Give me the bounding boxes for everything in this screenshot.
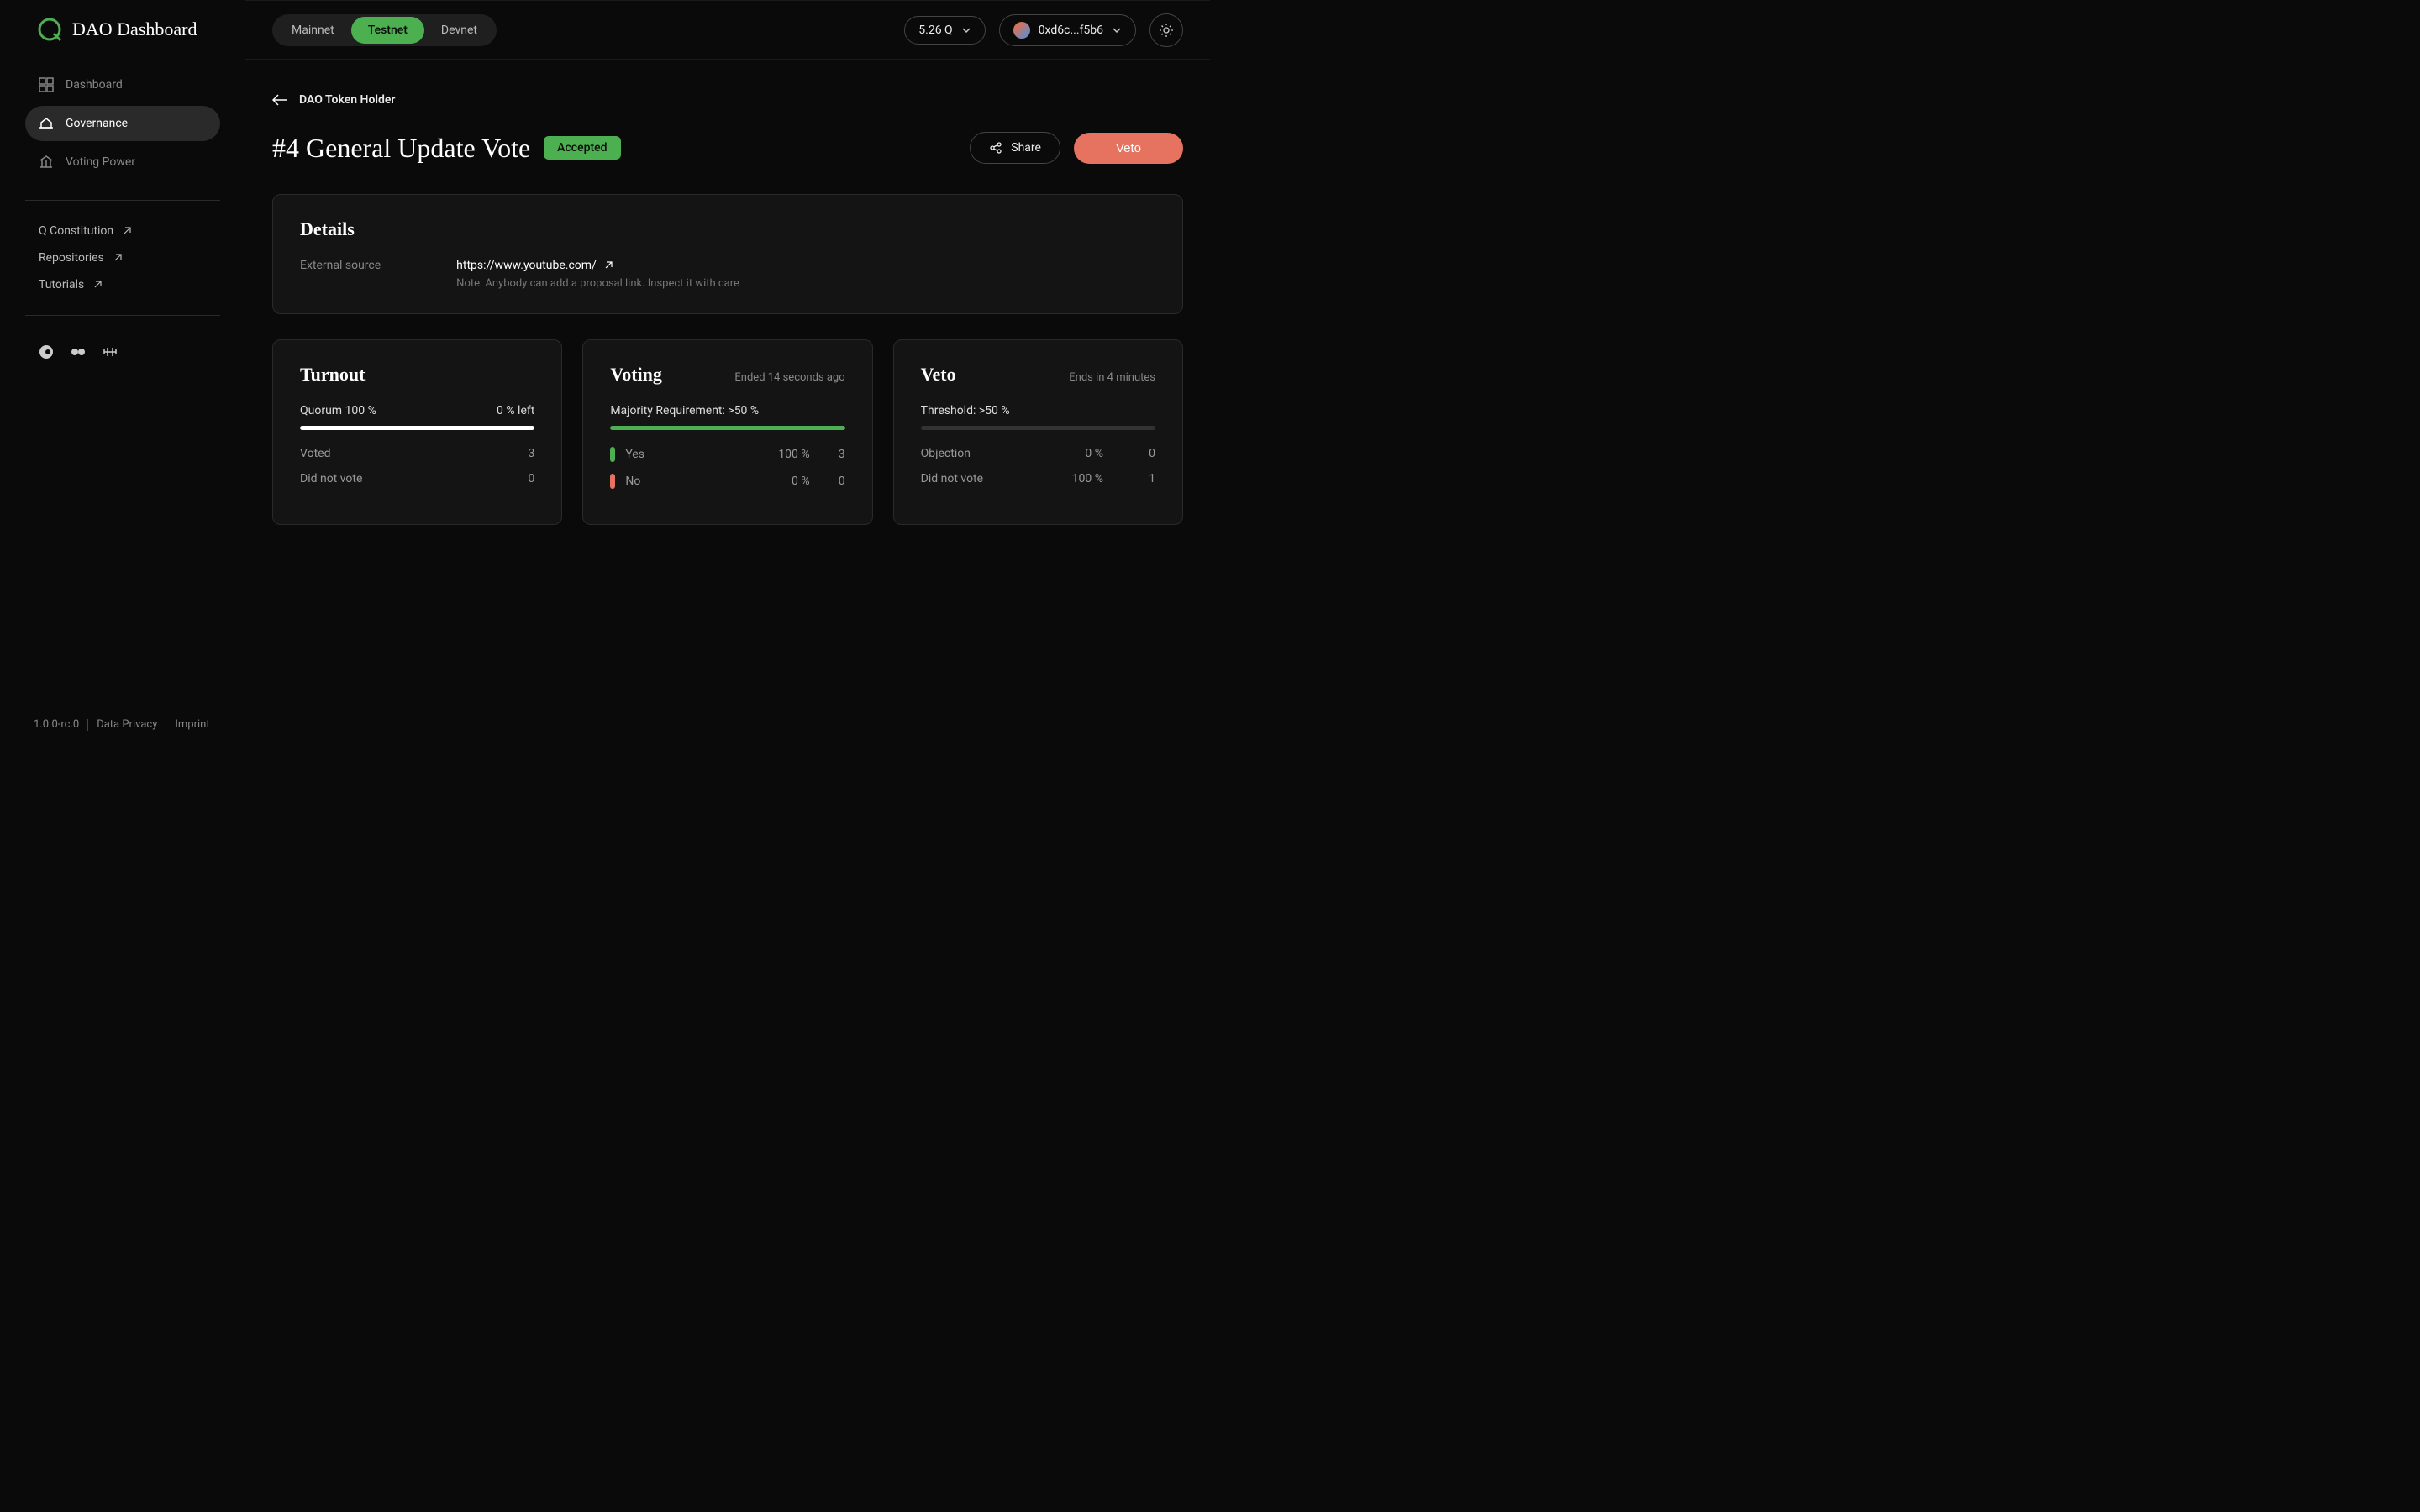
voted-count: 3 bbox=[509, 447, 534, 460]
nav-label: Governance bbox=[66, 117, 128, 130]
gear-icon bbox=[1159, 23, 1174, 38]
social-icon-1[interactable] bbox=[39, 344, 54, 360]
objection-pct: 0 % bbox=[1007, 447, 1103, 460]
turnout-title: Turnout bbox=[300, 364, 534, 386]
divider bbox=[25, 200, 220, 201]
external-link-icon bbox=[122, 226, 132, 236]
link-label: Tutorials bbox=[39, 278, 84, 291]
external-link-icon bbox=[113, 253, 123, 263]
notvoted-label: Did not vote bbox=[300, 472, 499, 486]
no-label: No bbox=[625, 475, 749, 488]
tab-mainnet[interactable]: Mainnet bbox=[275, 17, 351, 44]
external-source-note: Note: Anybody can add a proposal link. I… bbox=[456, 277, 739, 290]
veto-button[interactable]: Veto bbox=[1074, 133, 1183, 164]
voting-progress bbox=[610, 426, 844, 430]
tab-devnet[interactable]: Devnet bbox=[424, 17, 494, 44]
no-pct: 0 % bbox=[760, 475, 810, 488]
share-icon bbox=[989, 141, 1002, 155]
no-dot-icon bbox=[610, 474, 615, 489]
sidebar-item-voting-power[interactable]: Voting Power bbox=[25, 144, 220, 180]
data-privacy-link[interactable]: Data Privacy bbox=[97, 718, 157, 731]
wallet-dropdown[interactable]: 0xd6c...f5b6 bbox=[999, 14, 1136, 46]
veto-notvoted-count: 1 bbox=[1113, 472, 1155, 486]
social-icon-3[interactable] bbox=[103, 344, 118, 360]
voting-card: Voting Ended 14 seconds ago Majority Req… bbox=[582, 339, 872, 525]
imprint-link[interactable]: Imprint bbox=[175, 718, 209, 731]
settings-button[interactable] bbox=[1150, 13, 1183, 47]
voting-power-icon bbox=[39, 155, 54, 170]
veto-threshold: Threshold: >50 % bbox=[921, 404, 1010, 417]
wallet-address: 0xd6c...f5b6 bbox=[1039, 24, 1103, 37]
version: 1.0.0-rc.0 bbox=[34, 718, 79, 731]
voting-title: Voting bbox=[610, 364, 662, 386]
veto-card: Veto Ends in 4 minutes Threshold: >50 % … bbox=[893, 339, 1183, 525]
logo[interactable]: DAO Dashboard bbox=[0, 17, 245, 67]
divider bbox=[25, 315, 220, 316]
yes-dot-icon bbox=[610, 447, 615, 462]
veto-progress bbox=[921, 426, 1155, 430]
no-count: 0 bbox=[820, 475, 845, 488]
objection-label: Objection bbox=[921, 447, 997, 460]
breadcrumb-label: DAO Token Holder bbox=[299, 93, 395, 107]
tab-testnet[interactable]: Testnet bbox=[351, 17, 424, 44]
veto-title: Veto bbox=[921, 364, 956, 386]
veto-notvoted-label: Did not vote bbox=[921, 472, 997, 486]
dashboard-icon bbox=[39, 77, 54, 92]
link-label: Q Constitution bbox=[39, 224, 113, 238]
yes-pct: 100 % bbox=[760, 448, 810, 461]
objection-count: 0 bbox=[1113, 447, 1155, 460]
nav-label: Dashboard bbox=[66, 78, 123, 92]
governance-icon bbox=[39, 116, 54, 131]
yes-count: 3 bbox=[820, 448, 845, 461]
majority-requirement: Majority Requirement: >50 % bbox=[610, 404, 759, 417]
network-tabs: Mainnet Testnet Devnet bbox=[272, 14, 497, 46]
app-name: DAO Dashboard bbox=[72, 18, 197, 40]
arrow-left-icon bbox=[272, 94, 287, 106]
quorum-label: Quorum 100 % bbox=[300, 404, 376, 417]
yes-label: Yes bbox=[625, 448, 749, 461]
nav-label: Voting Power bbox=[66, 155, 135, 169]
link-label: Repositories bbox=[39, 251, 104, 265]
social-icon-2[interactable] bbox=[71, 344, 86, 360]
wallet-avatar-icon bbox=[1013, 22, 1030, 39]
external-source-link[interactable]: https://www.youtube.com/ bbox=[456, 259, 739, 272]
share-button[interactable]: Share bbox=[970, 132, 1060, 164]
sidebar: DAO Dashboard Dashboard Governance Votin… bbox=[0, 0, 245, 756]
link-tutorials[interactable]: Tutorials bbox=[39, 271, 207, 298]
page-title: #4 General Update Vote bbox=[272, 133, 530, 164]
external-source-label: External source bbox=[300, 259, 381, 272]
balance-value: 5.26 Q bbox=[918, 24, 952, 37]
status-badge: Accepted bbox=[544, 136, 620, 160]
external-link-icon bbox=[603, 260, 613, 270]
turnout-progress bbox=[300, 426, 534, 430]
chevron-down-icon bbox=[1112, 25, 1122, 35]
details-title: Details bbox=[300, 218, 1155, 240]
breadcrumb-back[interactable]: DAO Token Holder bbox=[272, 93, 1183, 107]
q-logo-icon bbox=[37, 17, 62, 42]
quorum-left: 0 % left bbox=[497, 404, 534, 417]
topbar: Mainnet Testnet Devnet 5.26 Q 0xd6c...f5… bbox=[245, 1, 1210, 60]
details-card: Details External source https://www.yout… bbox=[272, 194, 1183, 314]
balance-dropdown[interactable]: 5.26 Q bbox=[904, 16, 985, 45]
turnout-card: Turnout Quorum 100 % 0 % left Voted 3 Di… bbox=[272, 339, 562, 525]
link-constitution[interactable]: Q Constitution bbox=[39, 218, 207, 244]
notvoted-count: 0 bbox=[509, 472, 534, 486]
sidebar-item-dashboard[interactable]: Dashboard bbox=[25, 67, 220, 102]
voting-time: Ended 14 seconds ago bbox=[734, 371, 844, 384]
share-label: Share bbox=[1011, 141, 1041, 155]
voted-label: Voted bbox=[300, 447, 499, 460]
sidebar-item-governance[interactable]: Governance bbox=[25, 106, 220, 141]
chevron-down-icon bbox=[961, 25, 971, 35]
link-repositories[interactable]: Repositories bbox=[39, 244, 207, 271]
veto-time: Ends in 4 minutes bbox=[1069, 371, 1155, 384]
veto-notvoted-pct: 100 % bbox=[1007, 472, 1103, 486]
external-link-icon bbox=[92, 280, 103, 290]
